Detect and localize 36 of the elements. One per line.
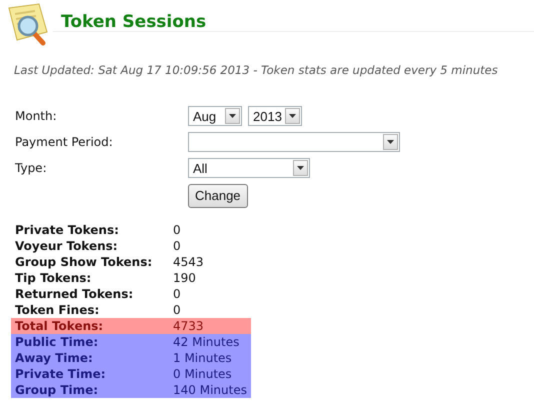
stat-value: 0 Minutes xyxy=(173,366,232,383)
stat-label: Returned Tokens: xyxy=(15,286,134,303)
dropdown-arrow-icon xyxy=(289,114,296,118)
stat-label: Away Time: xyxy=(15,350,94,367)
page-title: Token Sessions xyxy=(61,11,206,31)
dropdown[interactable]: All xyxy=(188,158,310,178)
stat-label: Public Time: xyxy=(15,334,100,351)
dropdown-arrow-icon xyxy=(297,166,304,170)
dropdown-arrow-icon xyxy=(229,114,236,118)
dropdown[interactable] xyxy=(188,132,400,152)
stat-value: 42 Minutes xyxy=(173,334,240,351)
stat-value: 4543 xyxy=(173,254,204,271)
stat-value: 1 Minutes xyxy=(173,350,232,367)
change-button[interactable]: Change xyxy=(188,184,248,208)
field-label: Type: xyxy=(15,160,48,178)
dropdown[interactable]: 2013 xyxy=(248,106,302,126)
stat-value: 4733 xyxy=(173,318,204,335)
stat-value: 0 xyxy=(173,238,181,255)
last-updated-text: Last Updated: Sat Aug 17 10:09:56 2013 - Token stats are updated every 5 minutes xyxy=(13,62,499,79)
stat-label: Token Fines: xyxy=(15,302,100,319)
dropdown[interactable]: Aug xyxy=(188,106,242,126)
field-label: Payment Period: xyxy=(15,134,114,152)
stat-label: Group Show Tokens: xyxy=(15,254,154,271)
stat-value: 0 xyxy=(173,222,181,239)
stat-label: Private Time: xyxy=(15,366,107,383)
stat-label: Tip Tokens: xyxy=(15,270,92,287)
dropdown-arrow-icon xyxy=(387,140,394,144)
stat-label: Total Tokens: xyxy=(15,318,104,335)
stat-label: Voyeur Tokens: xyxy=(15,238,119,255)
stat-value: 140 Minutes xyxy=(173,382,247,399)
stat-label: Group Time: xyxy=(15,382,100,399)
stat-value: 0 xyxy=(173,302,181,319)
stat-label: Private Tokens: xyxy=(15,222,120,239)
field-label: Month: xyxy=(15,108,58,126)
stat-value: 0 xyxy=(173,286,181,303)
stat-value: 190 xyxy=(173,270,196,287)
